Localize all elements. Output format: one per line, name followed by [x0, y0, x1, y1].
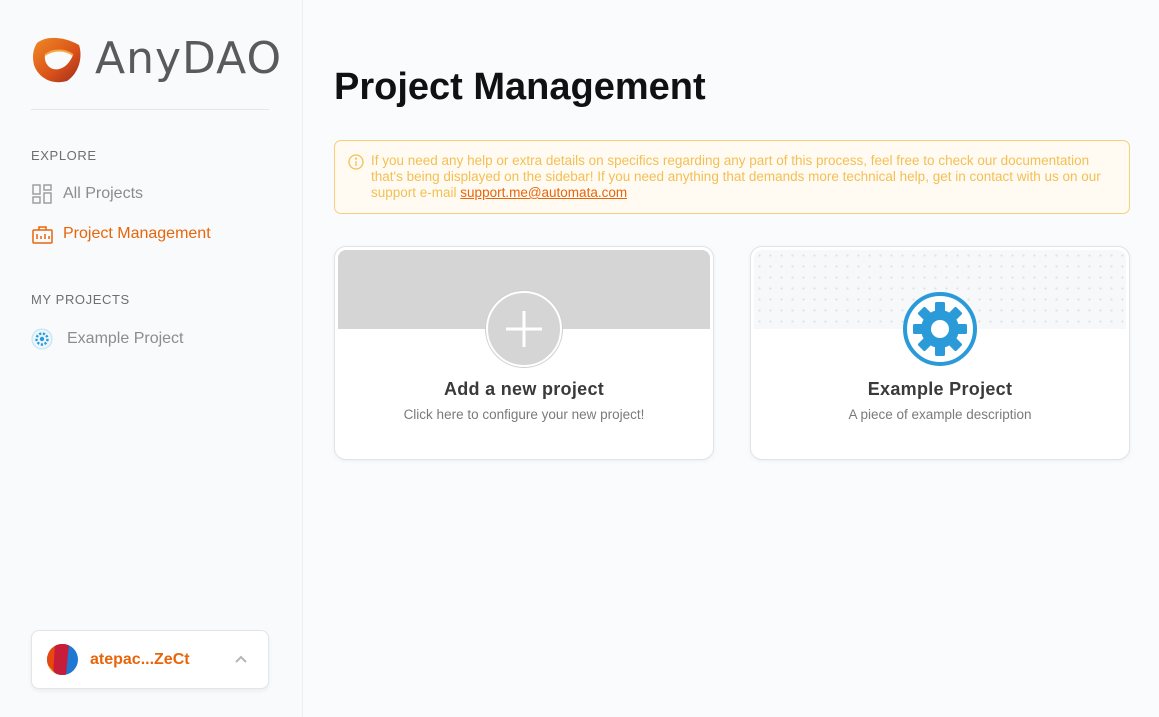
- sidebar-item-label: All Projects: [63, 185, 144, 202]
- example-project-card[interactable]: Example Project A piece of example descr…: [750, 246, 1130, 460]
- info-icon: [348, 154, 364, 174]
- sidebar-item-label: Project Management: [63, 225, 211, 242]
- sidebar-item-project-management[interactable]: Project Management: [31, 223, 211, 245]
- gear-icon: [31, 328, 53, 350]
- divider: [31, 109, 269, 110]
- logo-mark-icon: [33, 37, 81, 83]
- plus-icon: [486, 291, 562, 367]
- grid-icon: [31, 183, 53, 205]
- avatar: [47, 644, 78, 675]
- user-account-menu[interactable]: atepac...ZeCt: [31, 630, 269, 689]
- sidebar: AnyDAO EXPLORE All Projects Project Mana…: [0, 0, 303, 717]
- page-title: Project Management: [334, 66, 706, 108]
- user-name: atepac...ZeCt: [90, 650, 190, 668]
- help-notice: If you need any help or extra details on…: [334, 140, 1130, 214]
- support-email-link[interactable]: support.me@automata.com: [460, 185, 627, 200]
- my-projects-heading: MY PROJECTS: [31, 292, 130, 307]
- card-description: A piece of example description: [848, 407, 1032, 422]
- brand-name: AnyDAO: [95, 33, 283, 84]
- chevron-up-icon[interactable]: [234, 651, 248, 669]
- gear-icon: [902, 291, 978, 367]
- briefcase-icon: [31, 223, 53, 245]
- sidebar-item-example-project[interactable]: Example Project: [31, 328, 184, 350]
- card-title: Example Project: [867, 379, 1013, 399]
- card-title: Add a new project: [443, 379, 605, 399]
- sidebar-item-all-projects[interactable]: All Projects: [31, 183, 143, 205]
- brand-logo[interactable]: AnyDAO: [31, 33, 282, 85]
- card-description: Click here to configure your new project…: [403, 407, 645, 422]
- explore-heading: EXPLORE: [31, 148, 97, 163]
- add-project-card[interactable]: Add a new project Click here to configur…: [334, 246, 714, 460]
- sidebar-item-label: Example Project: [67, 330, 184, 347]
